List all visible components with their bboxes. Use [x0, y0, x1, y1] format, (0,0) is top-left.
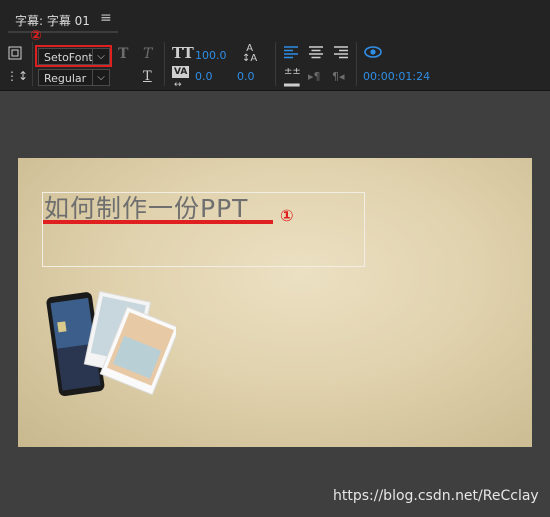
ltr-paragraph-icon[interactable]: ▸¶: [308, 69, 321, 85]
underline-icon[interactable]: T: [143, 69, 152, 85]
align-distribute-icon[interactable]: ⋮↕: [6, 68, 28, 84]
hamburger-icon[interactable]: ≡: [100, 10, 112, 26]
font-style-select[interactable]: Regular ⌵: [38, 69, 110, 86]
marker-1: ①: [280, 206, 294, 225]
rtl-paragraph-icon[interactable]: ¶◂: [332, 69, 345, 85]
panel-title[interactable]: 字幕: 字幕 01: [15, 12, 90, 29]
align-center-icon[interactable]: [309, 46, 323, 64]
align-right-icon[interactable]: [334, 46, 348, 64]
align-left-icon[interactable]: [284, 46, 298, 64]
show-background-video-icon[interactable]: [364, 45, 382, 64]
tab-stops-icon[interactable]: ±± ▂▂: [284, 67, 301, 87]
active-tab-indicator: [8, 31, 118, 33]
title-toolbar: ⋮↕ SetoFont ⌵ ② Regular ⌵ T T T TT 100.0…: [0, 28, 550, 91]
kerning-value[interactable]: 0.0: [195, 69, 213, 85]
leading-icon: A ↕A: [242, 43, 258, 64]
watermark-text: https://blog.csdn.net/ReCclay: [333, 488, 539, 504]
background-timecode[interactable]: 00:00:01:24: [363, 69, 430, 85]
phone-photos-image: [46, 290, 176, 397]
safe-area-icon[interactable]: [8, 46, 22, 65]
marker-2: ②: [30, 28, 42, 44]
italic-icon[interactable]: T: [143, 46, 152, 62]
chevron-down-icon: ⌵: [92, 70, 109, 85]
bold-icon[interactable]: T: [118, 46, 128, 62]
font-size-icon: TT: [172, 44, 194, 62]
highlight-box-font: [35, 45, 112, 67]
annotation-underline: [43, 220, 273, 224]
font-style-value: Regular: [44, 72, 87, 85]
panel-tab-bar: 字幕: 字幕 01 ≡: [0, 0, 550, 34]
leading-value[interactable]: 0.0: [237, 69, 255, 85]
font-size-value[interactable]: 100.0: [195, 48, 227, 64]
